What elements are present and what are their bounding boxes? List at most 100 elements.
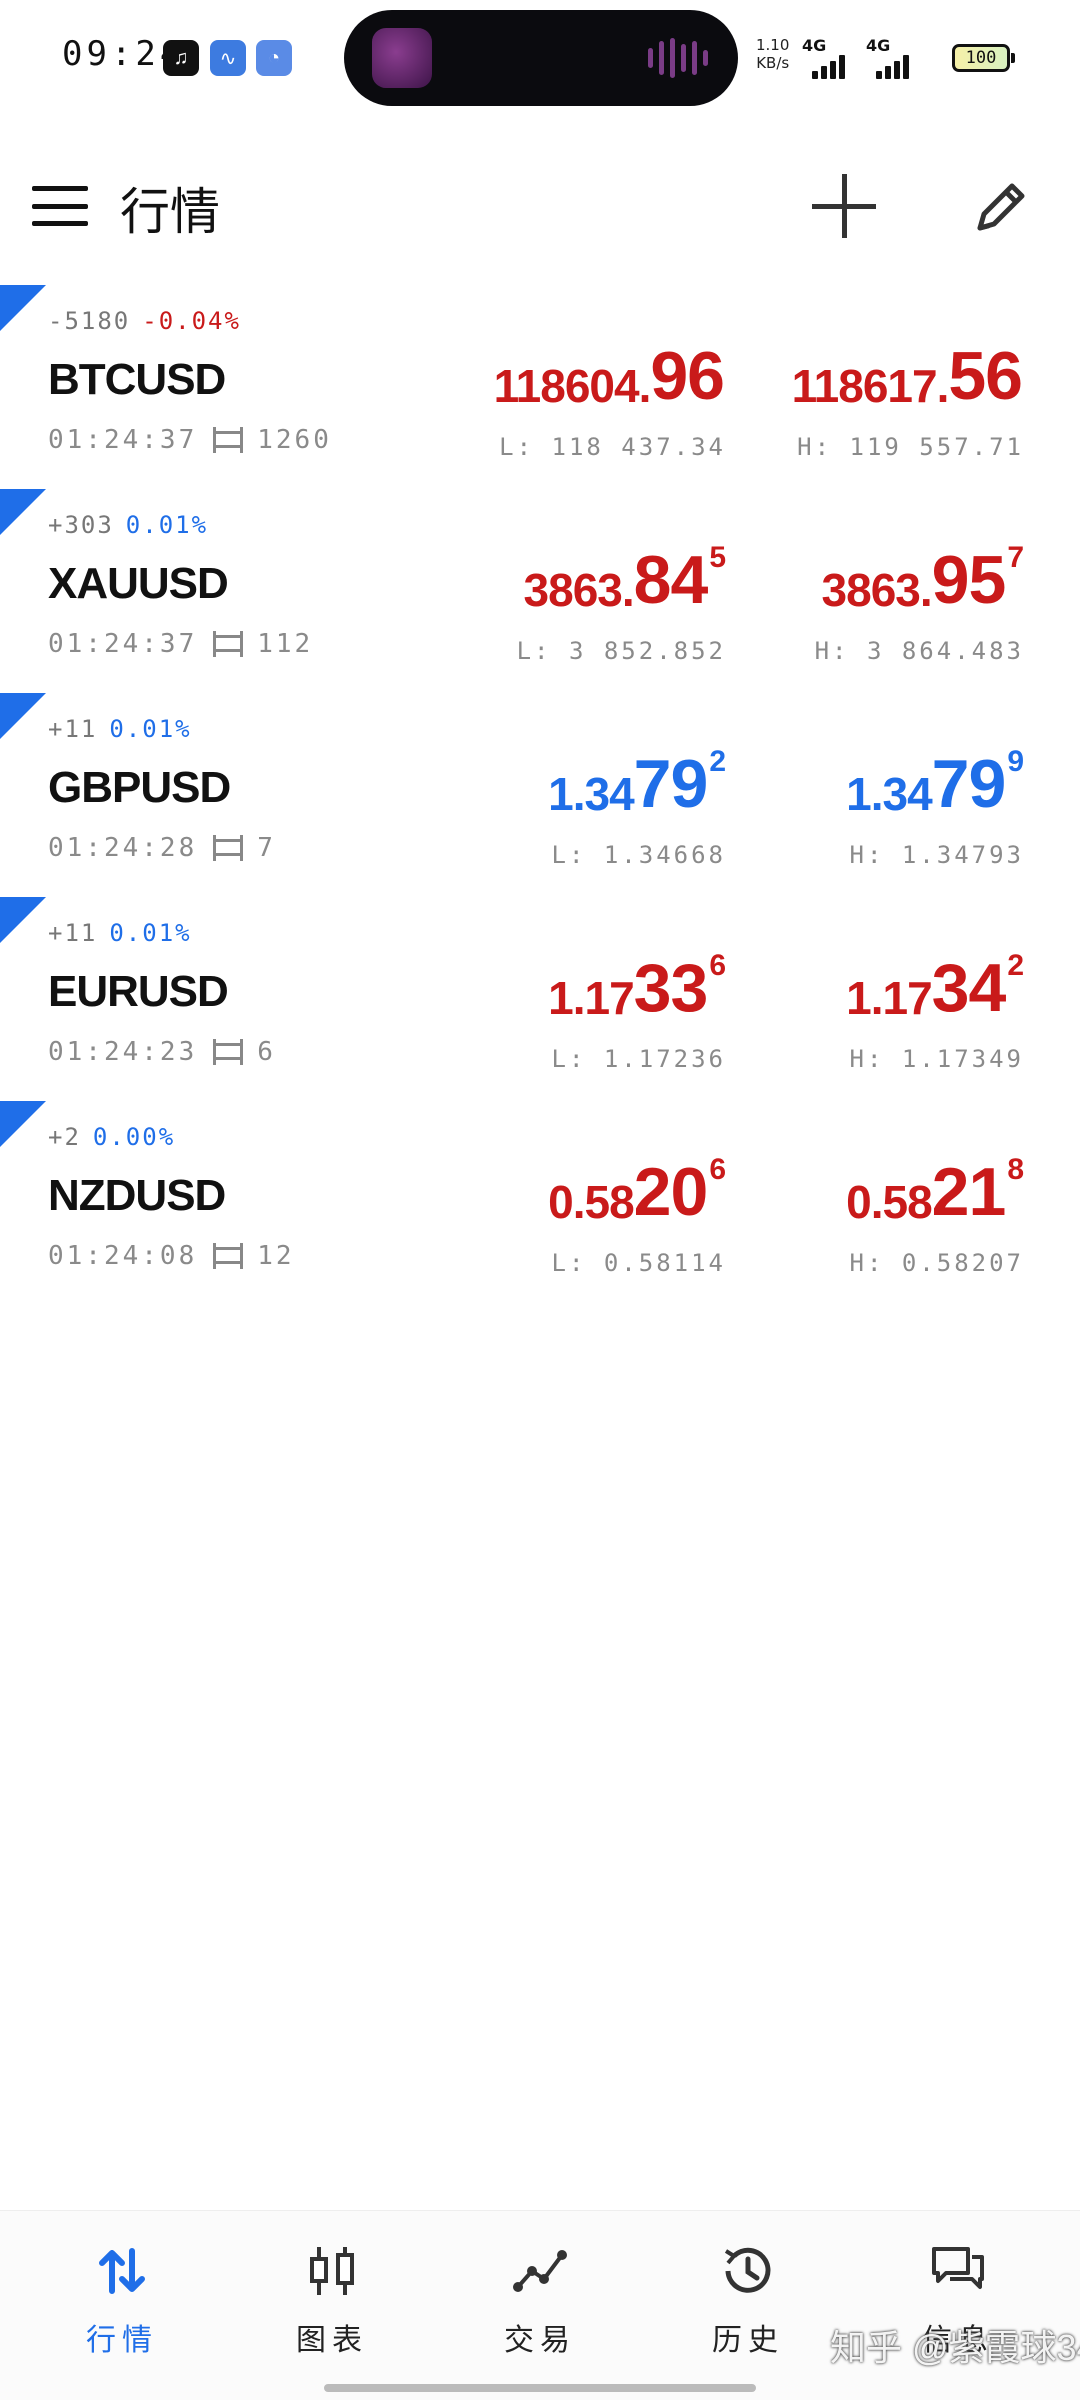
bid-price: 118604. 96 [494, 331, 726, 415]
tab-trade-label: 交易 [504, 2324, 576, 2357]
bid-price-sup: 6 [709, 1153, 726, 1186]
ask-price-sup: 8 [1007, 1153, 1024, 1186]
ask-price: 118617. 56 [792, 331, 1024, 415]
bid-price: 3863. 84 5 [524, 535, 726, 619]
add-symbol-icon[interactable] [812, 174, 876, 238]
high-price: H: 119 557.71 [797, 433, 1024, 461]
low-price: L: 0.58114 [551, 1249, 726, 1277]
ask-price-base: 1.34 [846, 768, 933, 820]
quote-change: +11 0.01% [48, 715, 192, 743]
corner-flag-icon [0, 693, 46, 739]
bid-price-base: 118604. [493, 360, 652, 412]
corner-flag-icon [0, 285, 46, 331]
tab-quotes[interactable]: 行情 [52, 2241, 192, 2371]
ask-price-big: 21 [931, 1154, 1007, 1230]
screen: 09:24 ♫ ∿ ◔ 1.10 KB/s 4G 4G 100 行情 -5180… [0, 0, 1080, 2400]
ask-price-sup: 2 [1007, 949, 1024, 982]
signal-1-label: 4G [802, 36, 827, 55]
change-points: +11 [48, 919, 98, 947]
corner-flag-icon [0, 897, 46, 943]
symbol-name: NZDUSD [48, 1171, 226, 1220]
history-clock-icon [724, 2247, 771, 2293]
change-points: +2 [48, 1123, 81, 1151]
quote-meta: 01:24:28 7 [48, 833, 276, 863]
low-price: L: 118 437.34 [499, 433, 726, 461]
ask-price-big: 34 [931, 950, 1007, 1026]
quote-time: 01:24:37 [48, 629, 198, 659]
spread-icon [213, 1039, 244, 1065]
bid-price-big: 20 [633, 1154, 709, 1230]
quotes-arrows-icon [99, 2248, 145, 2294]
edit-pencil-icon[interactable] [966, 172, 1036, 242]
signal-2: 4G [866, 36, 909, 79]
ask-price: 3863. 95 7 [822, 535, 1024, 619]
quote-change: +11 0.01% [48, 919, 192, 947]
tab-charts[interactable]: 图表 [262, 2241, 402, 2371]
bid-price-base: 0.58 [548, 1176, 635, 1228]
low-price: L: 3 852.852 [516, 637, 726, 665]
bid-price-big: 33 [633, 950, 709, 1026]
browser-app-icon: ◔ [256, 40, 292, 76]
bid-price-base: 1.34 [548, 768, 635, 820]
bid-price: 1.17 33 6 [548, 943, 726, 1027]
high-price: H: 1.34793 [849, 841, 1024, 869]
quote-time: 01:24:08 [48, 1241, 198, 1271]
ask-price-big: 56 [948, 338, 1023, 414]
bottom-nav: 行情 图表 交易 历史 信息 知乎 @紫霞球34 [0, 2210, 1080, 2400]
stocks-app-icon: ∿ [210, 40, 246, 76]
high-price: H: 1.17349 [849, 1045, 1024, 1073]
spread-value: 12 [257, 1241, 295, 1271]
tab-trade[interactable]: 交易 [470, 2241, 610, 2371]
low-price: L: 1.34668 [551, 841, 726, 869]
home-indicator[interactable] [324, 2384, 756, 2392]
bid-price-big: 96 [650, 338, 725, 414]
spread-icon [213, 1243, 244, 1269]
ask-price-big: 95 [931, 542, 1007, 618]
spread-value: 6 [257, 1037, 276, 1067]
network-speed: 1.10 KB/s [756, 36, 789, 72]
tab-history-label: 历史 [712, 2324, 784, 2357]
messages-icon [932, 2247, 984, 2289]
change-percent: 0.01% [125, 511, 209, 539]
candlestick-chart-icon [310, 2247, 354, 2295]
signal-bars-icon [876, 55, 909, 79]
tab-quotes-label: 行情 [86, 2324, 158, 2357]
ask-price: 1.34 79 9 [846, 739, 1024, 823]
high-price: H: 0.58207 [849, 1249, 1024, 1277]
corner-flag-icon [0, 1101, 46, 1147]
signal-bars-icon [812, 55, 845, 79]
ask-price-base: 1.17 [846, 972, 933, 1024]
quote-change: +303 0.01% [48, 511, 208, 539]
dynamic-island[interactable] [344, 10, 738, 106]
watermark: 知乎 @紫霞球34 [830, 2327, 1080, 2368]
quote-meta: 01:24:23 6 [48, 1037, 276, 1067]
change-percent: 0.00% [92, 1123, 176, 1151]
spread-icon [213, 835, 244, 861]
bid-price-base: 1.17 [548, 972, 635, 1024]
bid-price: 0.58 20 6 [548, 1147, 726, 1231]
quote-row-eurusd[interactable]: +11 0.01% EURUSD 01:24:23 6 1.17 33 6 1.17 34… [0, 897, 1080, 1101]
symbol-name: GBPUSD [48, 763, 231, 812]
quote-row-xauusd[interactable]: +303 0.01% XAUUSD 01:24:37 112 3863. 84 5 38… [0, 489, 1080, 693]
symbol-name: EURUSD [48, 967, 229, 1016]
change-points: +11 [48, 715, 98, 743]
symbol-name: BTCUSD [48, 355, 226, 404]
audio-wave-icon [648, 38, 708, 78]
ask-price-sup: 7 [1007, 541, 1024, 574]
symbol-name: XAUUSD [48, 559, 229, 608]
ask-price-sup: 9 [1007, 745, 1024, 778]
media-artwork [372, 28, 432, 88]
spread-value: 112 [257, 629, 314, 659]
ask-price-base: 118617. [791, 360, 950, 412]
quote-row-gbpusd[interactable]: +11 0.01% GBPUSD 01:24:28 7 1.34 79 2 1.34 79… [0, 693, 1080, 897]
quote-row-btcusd[interactable]: -5180 -0.04% BTCUSD 01:24:37 1260 118604. 9… [0, 285, 1080, 489]
quote-row-nzdusd[interactable]: +2 0.00% NZDUSD 01:24:08 12 0.58 20 6 0.58 21… [0, 1101, 1080, 1305]
spread-value: 7 [257, 833, 276, 863]
change-points: -5180 [48, 307, 131, 335]
hamburger-menu-icon[interactable] [32, 186, 88, 226]
signal-1: 4G [802, 36, 845, 79]
spread-icon [213, 427, 244, 453]
tab-history[interactable]: 历史 [678, 2241, 818, 2371]
change-percent: 0.01% [109, 919, 192, 947]
signal-2-label: 4G [866, 36, 891, 55]
